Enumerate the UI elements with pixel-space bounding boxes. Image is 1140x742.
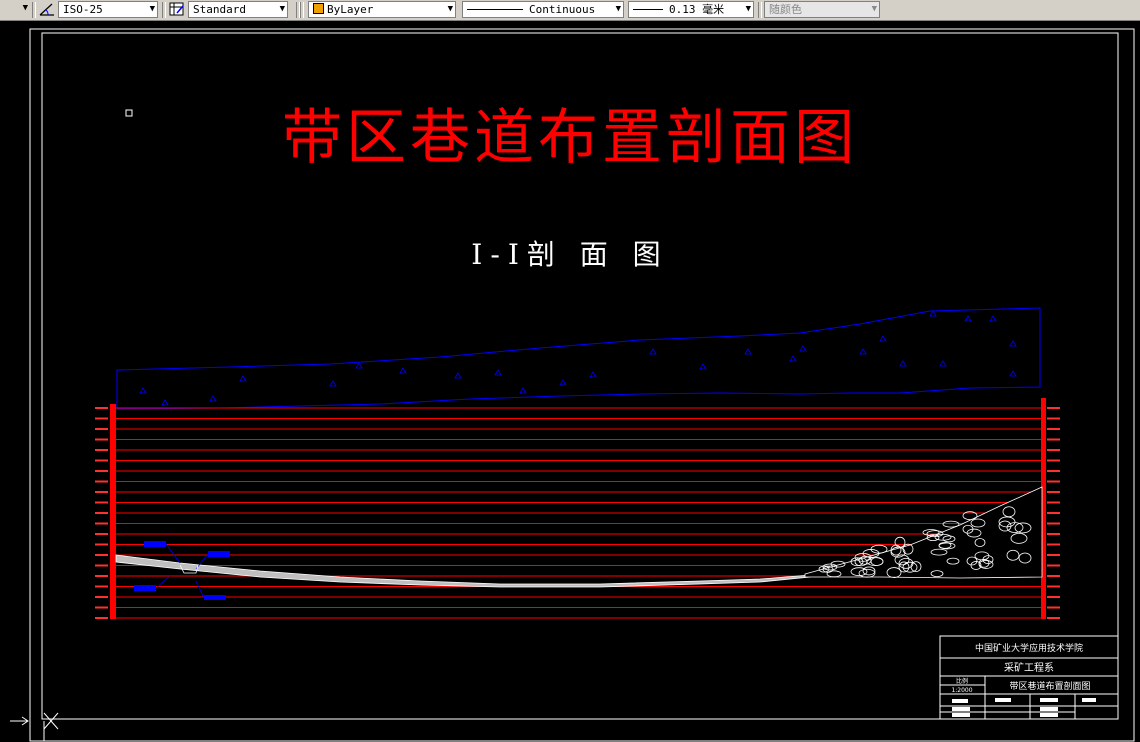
topsoil-mark <box>454 372 462 379</box>
chevron-down-icon: ▼ <box>279 4 285 14</box>
table-style-select[interactable]: Standard ▼ <box>188 1 288 18</box>
prev-dropdown-arrow[interactable]: ▼ <box>0 1 30 18</box>
topsoil-mark <box>929 310 937 317</box>
chevron-down-icon: ▼ <box>447 4 453 14</box>
drawing-title: 带区巷道布置剖面图 <box>282 103 858 173</box>
topsoil-mark <box>161 399 169 406</box>
table-style-value: Standard <box>193 3 246 16</box>
plot-style-select[interactable]: 随颜色 ▼ <box>764 1 880 18</box>
topsoil-mark <box>1009 340 1017 347</box>
topsoil-mark <box>879 335 887 342</box>
topsoil-mark <box>589 371 597 378</box>
caved-zone <box>804 486 1043 579</box>
drawing-canvas[interactable]: 中国矿业大学应用技术学院 采矿工程系 比例 1:2000 带区巷道布置剖面图 带… <box>0 21 1140 742</box>
color-value: ByLayer <box>327 3 374 16</box>
toolbar-separator <box>32 2 36 18</box>
title-block: 中国矿业大学应用技术学院 采矿工程系 比例 1:2000 带区巷道布置剖面图 <box>939 635 1119 720</box>
chevron-down-icon: ▼ <box>745 4 751 14</box>
topsoil-mark <box>494 369 502 376</box>
dimension-style-value: ISO-25 <box>63 3 103 16</box>
school-name: 中国矿业大学应用技术学院 <box>975 642 1083 654</box>
roadway-label-4 <box>204 595 226 600</box>
section-title: I-I剖 面 图 <box>471 238 669 271</box>
topsoil-mark <box>139 387 147 394</box>
rock-block <box>870 544 888 554</box>
toolbar-separator <box>300 2 304 18</box>
ucs-icon <box>10 712 59 741</box>
topsoil-hatch-marks <box>139 310 1017 406</box>
toolbar-separator <box>758 2 762 18</box>
topsoil-outline <box>116 307 1041 410</box>
topsoil-mark <box>1009 370 1017 377</box>
roadway-label-2 <box>208 551 230 557</box>
toolbar-separator <box>162 2 166 18</box>
topsoil-mark <box>399 367 407 374</box>
dimension-style-icon[interactable] <box>38 1 56 18</box>
topsoil-mark <box>799 345 807 352</box>
topsoil-mark <box>789 355 797 362</box>
topsoil-mark <box>519 387 527 394</box>
dimension-style-select[interactable]: ISO-25 ▼ <box>58 1 158 18</box>
roadway-label-3 <box>134 585 156 591</box>
rock-block <box>894 536 906 548</box>
scale-label: 比例 <box>956 677 968 685</box>
color-select[interactable]: ByLayer ▼ <box>308 1 456 18</box>
color-swatch-icon <box>313 3 324 14</box>
chevron-down-icon: ▼ <box>871 4 877 14</box>
lineweight-select[interactable]: 0.13 毫米 ▼ <box>628 1 754 18</box>
roadway-label-1 <box>144 541 166 547</box>
plot-style-value: 随颜色 <box>769 3 802 16</box>
left-elevation-ruler <box>110 404 116 619</box>
chevron-down-icon: ▼ <box>615 4 621 14</box>
department-name: 采矿工程系 <box>1004 661 1054 674</box>
drawing-name: 带区巷道布置剖面图 <box>1009 680 1090 692</box>
topsoil-mark <box>649 348 657 355</box>
topsoil-mark <box>964 315 972 322</box>
scale-value: 1:2000 <box>951 687 972 694</box>
chevron-down-icon: ▼ <box>149 4 155 14</box>
topsoil-mark <box>699 363 707 370</box>
rock-block <box>942 520 960 528</box>
topsoil-mark <box>559 379 567 386</box>
linetype-select[interactable]: Continuous ▼ <box>462 1 624 18</box>
topsoil-mark <box>989 315 997 322</box>
linetype-value: Continuous <box>529 3 596 16</box>
lineweight-sample-icon <box>633 9 663 10</box>
table-style-icon[interactable] <box>168 1 186 18</box>
lineweight-value: 0.13 毫米 <box>669 3 725 16</box>
topsoil-mark <box>899 360 907 367</box>
coal-seam <box>115 554 811 588</box>
topsoil-mark <box>744 348 752 355</box>
topsoil-mark <box>939 360 947 367</box>
line-sample-icon <box>467 9 523 10</box>
topsoil-mark <box>239 375 247 382</box>
topsoil-mark <box>209 395 217 402</box>
topsoil-mark <box>355 362 363 369</box>
properties-toolbar: ▼ ISO-25 ▼ Standard ▼ ByLayer ▼ Continuo… <box>0 0 1140 21</box>
topsoil-mark <box>859 348 867 355</box>
topsoil-mark <box>329 380 337 387</box>
